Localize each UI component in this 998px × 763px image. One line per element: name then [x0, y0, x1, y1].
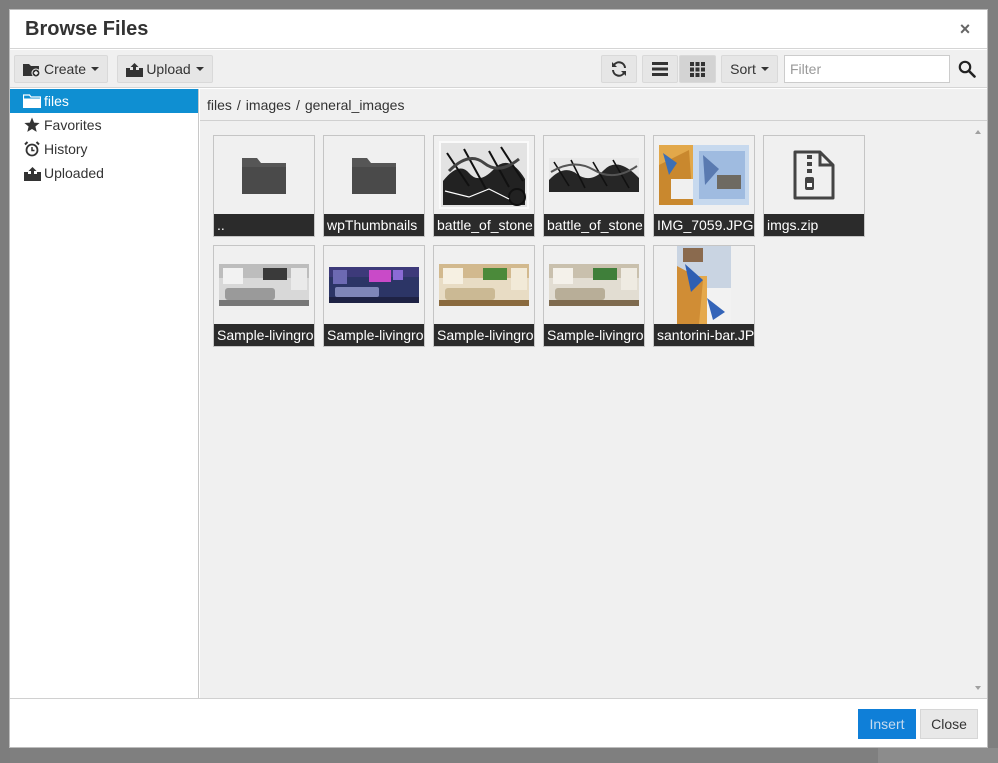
image-thumbnail	[544, 246, 644, 324]
image-thumbnail	[654, 246, 754, 324]
file-name: ..	[214, 214, 314, 236]
image-thumbnail	[214, 246, 314, 324]
image-thumbnail	[654, 136, 754, 214]
image-thumbnail	[544, 136, 644, 214]
image-thumbnail	[324, 246, 424, 324]
close-icon[interactable]: ×	[957, 19, 973, 39]
file-name: battle_of_stone	[434, 214, 534, 236]
folder-icon	[324, 136, 424, 214]
refresh-button[interactable]	[601, 55, 637, 83]
file-name: IMG_7059.JPG	[654, 214, 754, 236]
file-grid-scrollbar[interactable]	[970, 125, 986, 697]
sidebar-item-label: files	[44, 93, 69, 109]
chevron-down-icon	[195, 67, 204, 71]
file-name: Sample-livingro	[434, 324, 534, 346]
file-tile-sample-livingroom-2[interactable]: Sample-livingro	[323, 245, 425, 347]
breadcrumb-separator: /	[295, 96, 300, 113]
file-name: Sample-livingro	[214, 324, 314, 346]
close-button[interactable]: Close	[920, 709, 978, 739]
file-name: Sample-livingro	[544, 324, 644, 346]
file-tile-sample-livingroom-4[interactable]: Sample-livingro	[543, 245, 645, 347]
scroll-up-icon[interactable]	[975, 130, 981, 134]
file-name: santorini-bar.JP	[654, 324, 754, 346]
breadcrumb-item-files[interactable]: files	[207, 97, 232, 113]
refresh-icon	[612, 61, 626, 77]
list-view-button[interactable]	[642, 55, 678, 83]
file-browser-main: files / images / general_images .. wpThu…	[200, 89, 987, 698]
file-name: Sample-livingro	[324, 324, 424, 346]
file-tile-battle-of-stone-2[interactable]: battle_of_stone	[543, 135, 645, 237]
file-tile-sample-livingroom-3[interactable]: Sample-livingro	[433, 245, 535, 347]
sidebar-item-label: Favorites	[44, 117, 102, 133]
sidebar-item-favorites[interactable]: Favorites	[10, 113, 198, 137]
file-name: wpThumbnails	[324, 214, 424, 236]
upload-box-icon	[23, 165, 41, 181]
upload-button[interactable]: Upload	[117, 55, 213, 83]
create-label: Create	[43, 61, 86, 77]
file-tile-img-7059[interactable]: IMG_7059.JPG	[653, 135, 755, 237]
sidebar-item-label: History	[44, 141, 88, 157]
insert-button[interactable]: Insert	[858, 709, 916, 739]
toolbar: Create Upload Sort Filter	[10, 50, 987, 88]
sidebar-item-label: Uploaded	[44, 165, 104, 181]
file-name: battle_of_stone	[544, 214, 644, 236]
filter-input[interactable]	[784, 55, 950, 83]
breadcrumb-item-images[interactable]: images	[246, 97, 291, 113]
file-tile-wpthumbnails[interactable]: wpThumbnails	[323, 135, 425, 237]
scroll-down-icon[interactable]	[975, 686, 981, 690]
dialog-footer: Insert Close	[10, 698, 987, 747]
sidebar: files Favorites History Uploaded	[10, 89, 199, 698]
browse-files-dialog: Browse Files × Create Upload Sort Filter…	[9, 9, 988, 748]
star-icon	[23, 117, 41, 133]
sidebar-item-files[interactable]: files	[10, 89, 198, 113]
file-tile-parent-folder[interactable]: ..	[213, 135, 315, 237]
breadcrumb-item-general-images[interactable]: general_images	[305, 97, 405, 113]
file-tile-battle-of-stone-1[interactable]: battle_of_stone	[433, 135, 535, 237]
grid-view-icon	[690, 61, 705, 77]
image-thumbnail	[434, 246, 534, 324]
alarm-clock-icon	[23, 141, 41, 157]
grid-view-button[interactable]	[679, 55, 716, 83]
list-view-icon	[652, 62, 668, 76]
search-icon	[958, 60, 976, 78]
chevron-down-icon	[91, 67, 99, 71]
sidebar-item-history[interactable]: History	[10, 137, 198, 161]
file-tile-sample-livingroom-1[interactable]: Sample-livingro	[213, 245, 315, 347]
sort-label: Sort	[730, 61, 756, 77]
image-thumbnail	[434, 136, 534, 214]
file-name: imgs.zip	[764, 214, 864, 236]
dialog-header: Browse Files ×	[10, 10, 987, 49]
search-button[interactable]	[953, 55, 981, 83]
upload-label: Upload	[146, 61, 191, 77]
zip-file-icon	[764, 136, 864, 214]
breadcrumb-separator: /	[236, 96, 241, 113]
folder-icon	[23, 93, 41, 109]
file-grid: .. wpThumbnails battle_of_stone battle_o…	[203, 125, 968, 695]
sort-button[interactable]: Sort	[721, 55, 778, 83]
sidebar-item-uploaded[interactable]: Uploaded	[10, 161, 198, 185]
file-tile-santorini-bar[interactable]: santorini-bar.JP	[653, 245, 755, 347]
breadcrumb: files / images / general_images	[200, 89, 987, 121]
create-button[interactable]: Create	[14, 55, 108, 83]
new-folder-icon	[23, 63, 41, 77]
upload-icon	[126, 62, 144, 77]
folder-icon	[214, 136, 314, 214]
dialog-title: Browse Files	[25, 18, 149, 40]
file-tile-imgs-zip[interactable]: imgs.zip	[763, 135, 865, 237]
chevron-down-icon	[760, 67, 769, 71]
background-strip	[878, 748, 998, 763]
